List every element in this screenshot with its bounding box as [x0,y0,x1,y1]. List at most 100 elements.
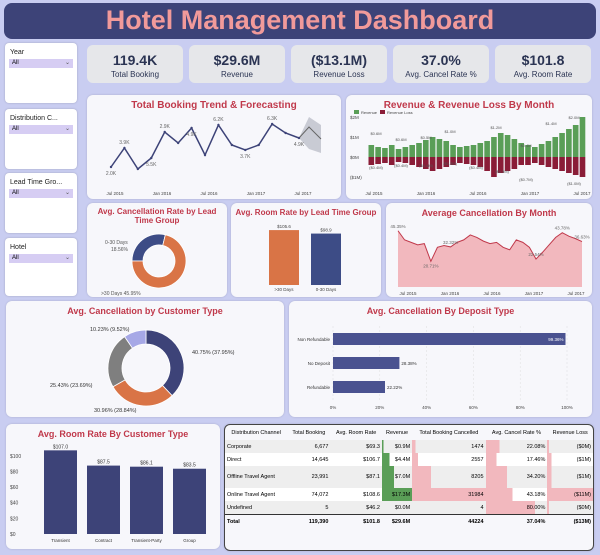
lead-time-dropdown[interactable]: All ⌄ [9,189,73,198]
y-tick-label: $100 [10,454,21,460]
revenue-bar [572,125,579,157]
data-point [163,130,166,134]
kpi-value: $29.6M [213,52,261,68]
revenue-bar [416,143,422,157]
hotel-dropdown[interactable]: All ⌄ [9,254,73,263]
bar [130,466,163,534]
data-label: ($0.5M) [495,169,509,174]
data-point [270,122,274,126]
revenue-loss-bar [572,157,579,175]
bar [87,465,120,534]
table-cell: 17.46% [485,453,548,466]
revenue-bar [511,139,518,157]
kpi-revenue-loss: ($13.1M) Revenue Loss [291,45,387,83]
table-cell: Online Travel Agent [227,491,276,498]
x-tick-label: Jan 2016 [441,291,460,296]
revenue-bar [450,145,456,157]
kpi-value: 37.0% [421,52,461,68]
y-tick-label: $80 [10,469,19,475]
slice-label: 18.56% [111,247,129,253]
dropdown-value: All [12,126,19,132]
x-tick-label: 0% [330,405,337,410]
x-tick-label: 40% [422,405,431,410]
kpi-total-booking: 119.4K Total Booking [87,45,183,83]
data-label: 43.78% [555,226,570,231]
table-row[interactable]: Online Travel Agent 74,072 $108.6 $17.3M 319… [225,488,593,501]
total-row: Total 119,390 $101.8 $29.6M 44224 37.04% ($13M… [225,514,593,529]
revenue-loss-bar [538,157,545,165]
data-label: 4.9K [294,142,305,148]
distribution-dropdown[interactable]: All ⌄ [9,125,73,134]
column-header[interactable]: Revenue Loss [547,427,593,440]
x-tick-label: 60% [469,405,478,410]
data-point [284,131,287,135]
revenue-card: Revenue & Revenue Loss By Month Revenue R… [346,95,592,199]
data-label: ($0.3M) [443,161,457,166]
table-cell: 6,677 [314,443,329,450]
table-cell: $108.6 [363,491,380,498]
table-cell: Direct [227,456,242,463]
data-point [109,165,113,169]
table-row[interactable]: Undefined 5 $46.2 $0.0M 4 80.00% ($0M) [225,501,593,515]
channel-table[interactable]: Distribution Channel Total Booking Avg. Ro… [225,427,593,528]
table-cell: $17.3M [381,488,413,501]
revenue-bar [477,143,484,157]
x-tick-label: 80% [516,405,525,410]
table-cell: $0.0M [381,501,413,515]
y-tick-label: $2M [350,115,359,120]
column-header[interactable]: Distribution Channel [225,427,287,440]
slice-label: >30 Days 45.95% [101,291,141,297]
data-label: $86.1 [140,461,153,467]
table-row[interactable]: Direct 14,645 $106.7 $4.4M 2557 17.46% ($1M) [225,453,593,466]
revenue-bar [375,147,381,157]
slicer-lead-time-group[interactable]: Lead Time Gro... All ⌄ [5,173,77,233]
slicer-year[interactable]: Year All ⌄ [5,43,77,103]
table-cell: $69.3 [366,443,380,450]
data-label: 22.54% [528,252,543,257]
slicer-hotel[interactable]: Hotel All ⌄ [5,238,77,296]
data-label: 28.38% [401,361,416,366]
kpi-revenue: $29.6M Revenue [189,45,285,83]
x-tick-label: Jul 2016 [483,291,501,296]
table-cell: Undefined [227,504,253,511]
revenue-loss-bar [491,157,497,177]
revenue-loss-bar [409,157,415,165]
y-tick-label: $0 [10,532,16,538]
dashboard-header: Hotel Management Dashboard [4,3,596,39]
revenue-bar [457,147,463,157]
table-cell: ($0M) [547,440,593,453]
total-cell: 37.04% [526,518,546,525]
table-row[interactable]: Offline Travel Agent 23,991 $87.1 $7.0M 8205… [225,466,593,488]
y-tick-label: $40 [10,501,19,507]
table-cell: ($0M) [547,501,593,515]
dropdown-value: All [12,190,19,196]
x-tick-label: Jul 2016 [469,191,487,196]
revenue-bar [491,137,497,157]
column-header[interactable]: Avg. Room Rate [330,427,382,440]
x-tick-label: Jan 2017 [525,291,544,296]
data-label: ($0.7M) [519,177,533,182]
slicer-distribution-channel[interactable]: Distribution C... All ⌄ [5,109,77,169]
revenue-bar [504,135,511,157]
bar [333,357,400,369]
table-cell: 74,072 [311,491,329,498]
table-cell: ($1M) [547,466,593,488]
x-tick-label: Jul 2017 [573,191,591,196]
table-cell: 31984 [412,488,486,501]
table-cell: 80.00% [485,501,548,515]
column-header[interactable]: Revenue [382,427,412,440]
page-title: Hotel Management Dashboard [105,5,495,35]
column-header[interactable]: Avg. Cancel Rate % [486,427,548,440]
data-label: $2.0M [568,115,579,120]
table-cell: 14,645 [311,456,329,463]
table-row[interactable]: Corporate 6,677 $69.3 $0.9M 1474 22.08% ($0M) [225,440,593,453]
kpi-cancel-rate: 37.0% Avg. Cancel Rate % [393,45,489,83]
kpi-label: Revenue Loss [313,70,365,79]
year-dropdown[interactable]: All ⌄ [9,59,73,68]
data-point [190,126,193,130]
column-header[interactable]: Total Booking [287,427,330,440]
revenue-bar [538,144,545,157]
column-header[interactable]: Total Booking Cancelled [412,427,485,440]
data-point [217,123,220,127]
slicer-label: Year [10,49,25,56]
